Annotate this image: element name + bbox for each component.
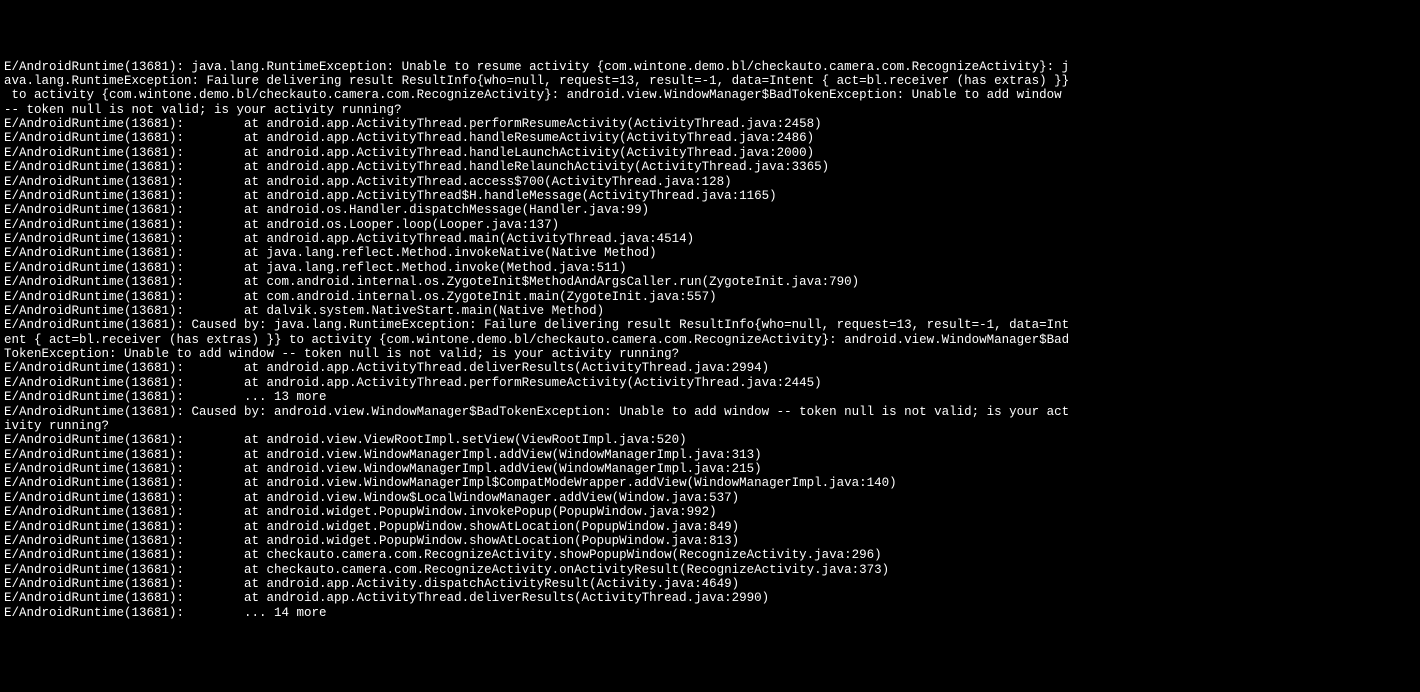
log-line: E/AndroidRuntime(13681): at java.lang.re… [4, 261, 1416, 275]
terminal-output: E/AndroidRuntime(13681): java.lang.Runti… [4, 60, 1416, 621]
log-line: E/AndroidRuntime(13681): at android.view… [4, 462, 1416, 476]
log-line: E/AndroidRuntime(13681): ... 14 more [4, 606, 1416, 620]
log-line: E/AndroidRuntime(13681): at android.view… [4, 448, 1416, 462]
log-line: E/AndroidRuntime(13681): at com.android.… [4, 275, 1416, 289]
log-line: E/AndroidRuntime(13681): at android.os.L… [4, 218, 1416, 232]
log-line: E/AndroidRuntime(13681): at android.app.… [4, 591, 1416, 605]
log-line: E/AndroidRuntime(13681): at android.app.… [4, 175, 1416, 189]
log-line: E/AndroidRuntime(13681): at android.widg… [4, 505, 1416, 519]
log-line: to activity {com.wintone.demo.bl/checkau… [4, 88, 1416, 102]
log-line: E/AndroidRuntime(13681): at android.view… [4, 476, 1416, 490]
log-line: E/AndroidRuntime(13681): at com.android.… [4, 290, 1416, 304]
log-line: E/AndroidRuntime(13681): at android.app.… [4, 131, 1416, 145]
log-line: E/AndroidRuntime(13681): at checkauto.ca… [4, 548, 1416, 562]
log-line: E/AndroidRuntime(13681): at android.view… [4, 491, 1416, 505]
log-line: E/AndroidRuntime(13681): at android.widg… [4, 520, 1416, 534]
log-line: ava.lang.RuntimeException: Failure deliv… [4, 74, 1416, 88]
log-line: E/AndroidRuntime(13681): Caused by: java… [4, 318, 1416, 332]
log-line: E/AndroidRuntime(13681): at android.app.… [4, 146, 1416, 160]
log-line: ent { act=bl.receiver (has extras) }} to… [4, 333, 1416, 347]
log-line: E/AndroidRuntime(13681): at android.os.H… [4, 203, 1416, 217]
log-line: E/AndroidRuntime(13681): Caused by: andr… [4, 405, 1416, 419]
log-line: -- token null is not valid; is your acti… [4, 103, 1416, 117]
log-line: ivity running? [4, 419, 1416, 433]
log-line: E/AndroidRuntime(13681): at java.lang.re… [4, 246, 1416, 260]
log-line: E/AndroidRuntime(13681): at android.view… [4, 433, 1416, 447]
log-line: E/AndroidRuntime(13681): at android.app.… [4, 189, 1416, 203]
log-line: E/AndroidRuntime(13681): at android.app.… [4, 577, 1416, 591]
log-line: E/AndroidRuntime(13681): at android.app.… [4, 361, 1416, 375]
log-line: E/AndroidRuntime(13681): at android.app.… [4, 117, 1416, 131]
log-line: E/AndroidRuntime(13681): java.lang.Runti… [4, 60, 1416, 74]
log-line: E/AndroidRuntime(13681): at android.widg… [4, 534, 1416, 548]
log-line: TokenException: Unable to add window -- … [4, 347, 1416, 361]
log-line: E/AndroidRuntime(13681): at android.app.… [4, 160, 1416, 174]
log-line: E/AndroidRuntime(13681): ... 13 more [4, 390, 1416, 404]
log-line: E/AndroidRuntime(13681): at checkauto.ca… [4, 563, 1416, 577]
log-line: E/AndroidRuntime(13681): at android.app.… [4, 376, 1416, 390]
log-line: E/AndroidRuntime(13681): at dalvik.syste… [4, 304, 1416, 318]
log-line: E/AndroidRuntime(13681): at android.app.… [4, 232, 1416, 246]
